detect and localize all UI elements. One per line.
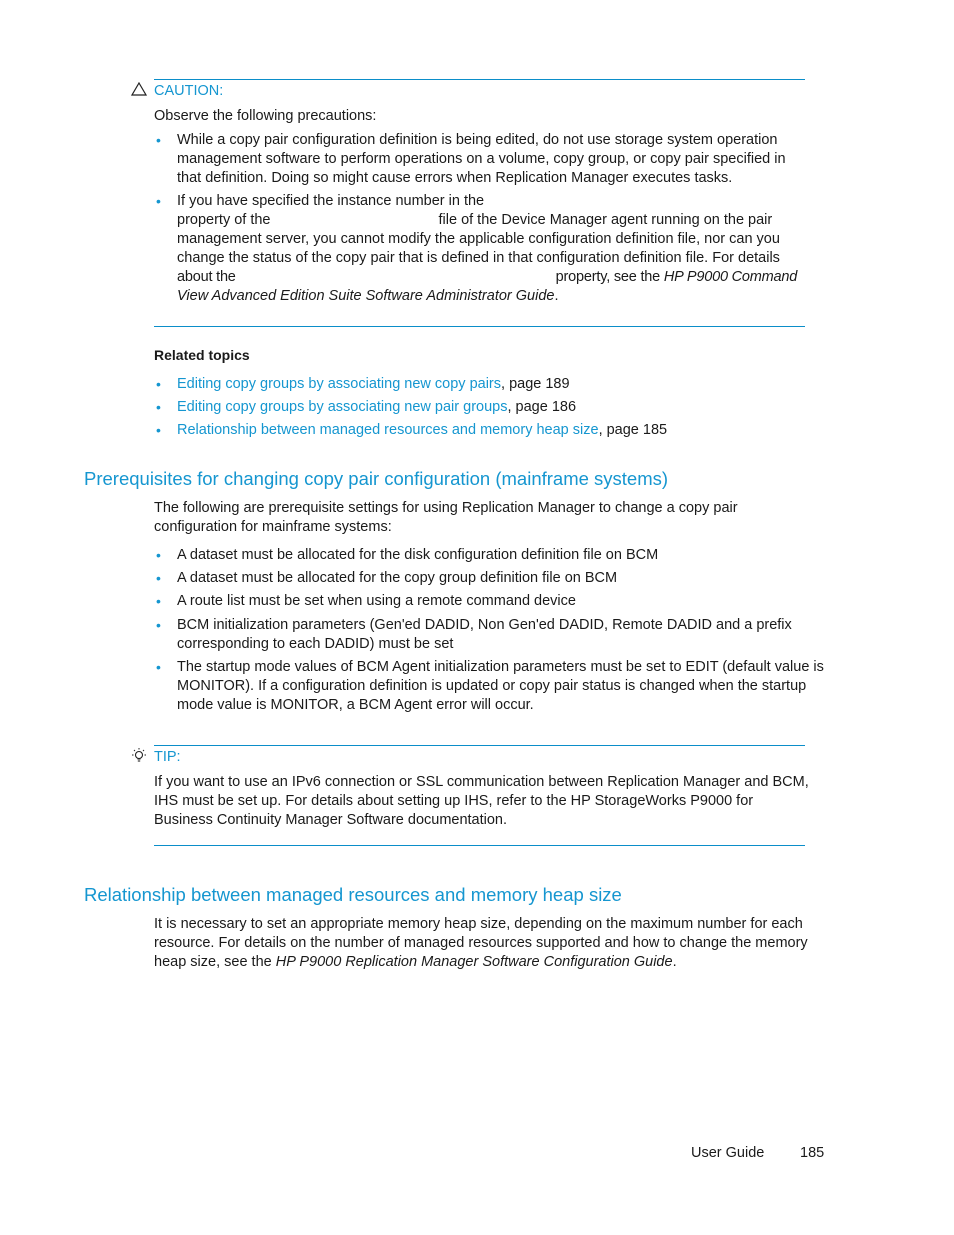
section2-text: It is necessary to set an appropriate me… [154, 916, 808, 970]
caution-top-rule [154, 79, 805, 80]
lightbulb-icon [130, 747, 148, 771]
caution-item-2-line2: property of the file of the Device Manage… [177, 212, 773, 228]
caution-bottom-rule [154, 326, 805, 327]
admin-guide-title-part2: View Advanced Edition Suite Software Adm… [177, 288, 555, 304]
related-item-3: Relationship between managed resources a… [177, 422, 668, 438]
bullet-icon: • [156, 422, 161, 438]
prereq-item-4: BCM initialization parameters (Gen'ed DA… [177, 617, 792, 652]
caution-item-2-line4: change the status of the copy pair that … [177, 250, 780, 266]
footer-label: User Guide [691, 1145, 765, 1161]
section-title-memory-heap: Relationship between managed resources a… [84, 884, 622, 905]
bullet-icon: • [156, 132, 161, 148]
config-guide-title: HP P9000 Replication Manager Software Co… [275, 954, 673, 970]
caution-item-2-line5: about the property, see the HP P9000 Comm… [177, 269, 798, 285]
prereq-item-5: The startup mode values of BCM Agent ini… [177, 659, 824, 713]
prereq-item-2: A dataset must be allocated for the copy… [177, 570, 618, 586]
prereq-item-3: A route list must be set when using a re… [177, 593, 576, 609]
bullet-icon: • [156, 193, 161, 209]
related-item-2: Editing copy groups by associating new p… [177, 399, 577, 415]
section1-intro: The following are prerequisite settings … [154, 500, 738, 535]
section-title-prerequisites: Prerequisites for changing copy pair con… [84, 468, 669, 489]
caution-item-1: While a copy pair configuration definiti… [177, 132, 786, 186]
tip-text: If you want to use an IPv6 connection or… [154, 774, 809, 828]
related-item-1: Editing copy groups by associating new c… [177, 376, 570, 392]
related-link-pair-groups[interactable]: Editing copy groups by associating new p… [177, 399, 507, 415]
bullet-icon: • [156, 593, 161, 609]
tip-bottom-rule [154, 845, 805, 846]
warning-triangle-icon [130, 81, 148, 102]
caution-intro: Observe the following precautions: [154, 108, 377, 124]
tip-top-rule [154, 745, 805, 746]
caution-item-2-line3: management server, you cannot modify the… [177, 231, 780, 247]
page-number: 185 [800, 1145, 825, 1161]
prereq-item-1: A dataset must be allocated for the disk… [177, 547, 659, 563]
related-link-memory-heap[interactable]: Relationship between managed resources a… [177, 422, 599, 438]
caution-item-2: If you have specified the instance numbe… [177, 192, 817, 306]
bullet-icon: • [156, 570, 161, 586]
tip-label: TIP: [154, 749, 181, 765]
related-link-copy-pairs[interactable]: Editing copy groups by associating new c… [177, 376, 501, 392]
bullet-icon: • [156, 659, 161, 675]
caution-item-2-line6: View Advanced Edition Suite Software Adm… [177, 288, 559, 304]
bullet-icon: • [156, 399, 161, 415]
admin-guide-title-part1: HP P9000 Command [663, 269, 798, 285]
bullet-icon: • [156, 547, 161, 563]
bullet-icon: • [156, 617, 161, 633]
caution-item-2-line1: If you have specified the instance numbe… [177, 193, 485, 209]
related-topics-heading: Related topics [154, 347, 250, 363]
caution-label: CAUTION: [154, 83, 224, 99]
bullet-icon: • [156, 376, 161, 392]
